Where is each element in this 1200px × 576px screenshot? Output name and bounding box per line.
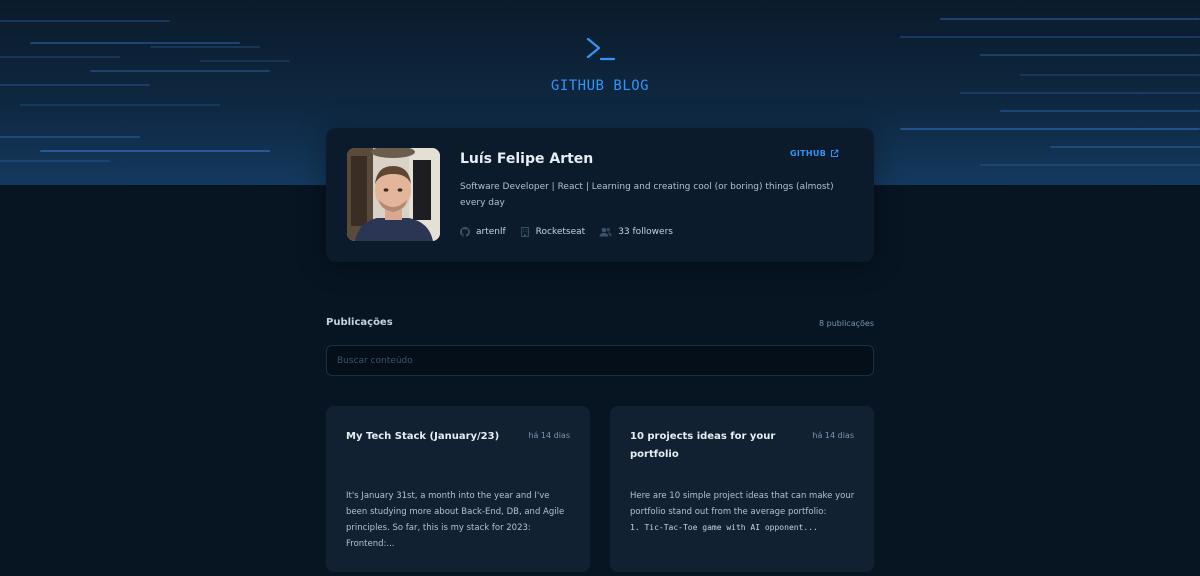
publications-title: Publicações — [326, 317, 393, 328]
profile-meta: artenlf Rocketseat 33 followers — [460, 227, 673, 237]
username-text: artenlf — [476, 227, 506, 237]
github-link-label: GITHUB — [790, 149, 827, 158]
github-icon — [460, 227, 470, 237]
search-input[interactable] — [326, 345, 874, 376]
light-streak — [900, 128, 1200, 130]
brand-title: GITHUB BLOG — [550, 78, 650, 94]
light-streak — [150, 46, 260, 48]
light-streak — [980, 164, 1200, 166]
light-streak — [0, 136, 140, 138]
profile-card: Luís Felipe Arten GITHUB Software Develo… — [326, 128, 874, 262]
external-link-icon — [831, 149, 839, 158]
followers-text: 33 followers — [618, 227, 673, 237]
light-streak — [200, 60, 290, 62]
meta-company: Rocketseat — [520, 227, 586, 237]
light-streak — [90, 70, 270, 72]
post-excerpt: Here are 10 simple project ideas that ca… — [630, 488, 856, 536]
page: GITHUB BLOG Luís Felipe Arten GITHUB Sof… — [0, 0, 1200, 576]
post-card[interactable]: My Tech Stack (January/23) há 14 dias It… — [326, 406, 590, 572]
light-streak — [1000, 110, 1200, 112]
post-code-snippet: 1. Tic-Tac-Toe game with AI opponent... — [630, 523, 818, 532]
avatar — [347, 148, 440, 241]
meta-followers: 33 followers — [599, 227, 673, 237]
light-streak — [40, 150, 270, 152]
light-streak — [1020, 74, 1200, 76]
light-streak — [900, 36, 1200, 38]
terminal-prompt-icon — [586, 37, 616, 61]
users-icon — [599, 227, 612, 237]
light-streak — [20, 104, 220, 106]
github-link[interactable]: GITHUB — [790, 149, 839, 158]
light-streak — [980, 54, 1200, 56]
light-streak — [1050, 146, 1200, 148]
post-title: My Tech Stack (January/23) — [346, 431, 500, 442]
company-text: Rocketseat — [535, 227, 586, 237]
post-excerpt-text: Here are 10 simple project ideas that ca… — [630, 491, 855, 517]
post-card[interactable]: 10 projects ideas for your portfolio há … — [610, 406, 874, 572]
light-streak — [0, 20, 170, 22]
light-streak — [0, 160, 110, 162]
meta-username: artenlf — [460, 227, 506, 237]
light-streak — [0, 56, 120, 58]
post-date: há 14 dias — [528, 431, 570, 440]
light-streak — [30, 42, 240, 44]
post-date: há 14 dias — [812, 431, 854, 440]
building-icon — [520, 227, 529, 237]
publications-count: 8 publicações — [819, 319, 874, 328]
post-excerpt: It's January 31st, a month into the year… — [346, 491, 565, 549]
light-streak — [940, 18, 1200, 20]
post-title: 10 projects ideas for your portfolio — [630, 431, 776, 460]
profile-name: Luís Felipe Arten — [460, 151, 594, 167]
profile-bio: Software Developer | React | Learning an… — [460, 182, 834, 208]
